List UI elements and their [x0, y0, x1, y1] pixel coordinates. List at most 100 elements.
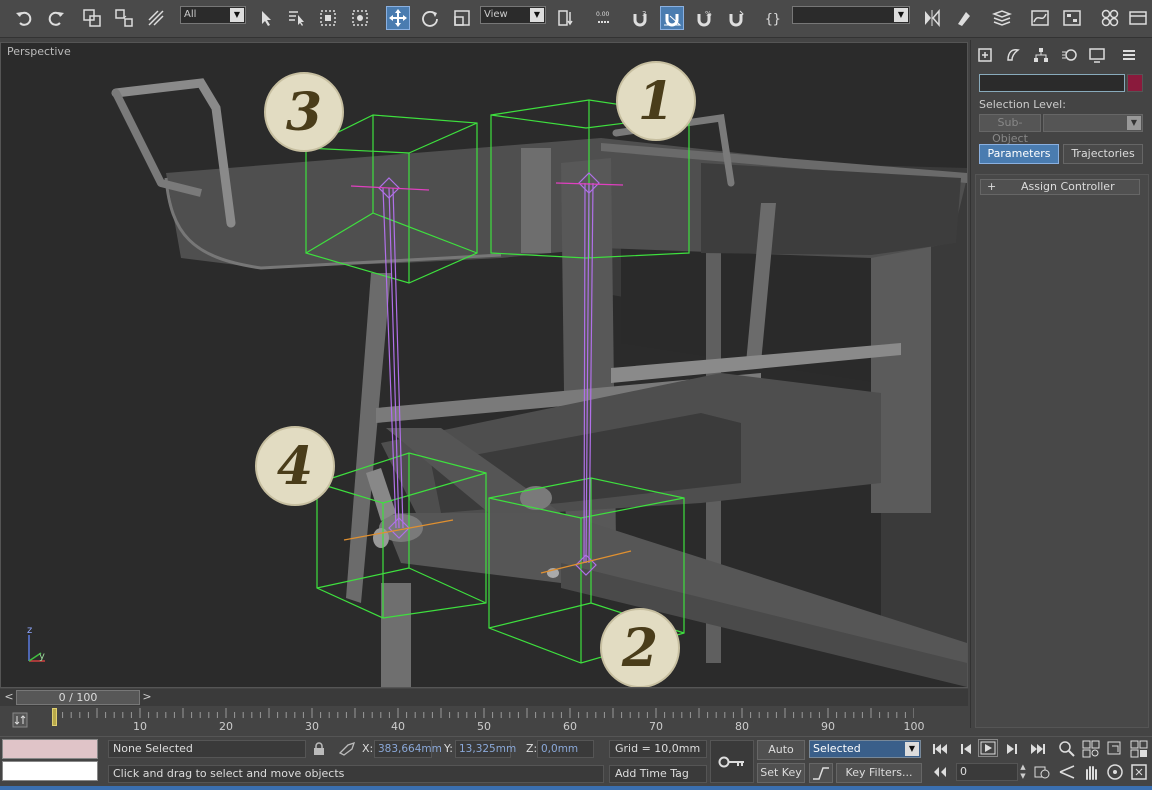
percent-snap-toggle-icon[interactable]: % [692, 6, 716, 30]
set-keys-button[interactable] [710, 740, 754, 783]
lock-icon[interactable] [313, 742, 325, 756]
selection-filter-dropdown[interactable]: All ▼ [180, 6, 246, 24]
frame-spinner[interactable]: ▲ ▼ [1018, 763, 1028, 781]
current-frame-marker[interactable] [52, 708, 57, 726]
modify-tab-icon[interactable] [1001, 44, 1025, 66]
create-tab-icon[interactable] [973, 44, 997, 66]
window-crossing-icon[interactable] [348, 6, 372, 30]
select-object-icon[interactable] [254, 6, 278, 30]
selection-status: None Selected [108, 740, 306, 758]
time-slider[interactable]: < 0 / 100 > [0, 689, 968, 706]
maxscript-listener-pink[interactable] [2, 739, 98, 759]
y-coord-label: Y: [444, 742, 453, 755]
undo-icon[interactable] [12, 6, 36, 30]
keyboard-shortcut-override-icon[interactable]: 0.00 [592, 6, 616, 30]
pivot-center-icon[interactable] [554, 6, 578, 30]
field-of-view-icon[interactable] [1056, 762, 1078, 782]
zoom-extents-all-icon[interactable] [1128, 739, 1150, 759]
mini-curve-editor-icon[interactable] [12, 712, 28, 728]
bind-to-space-warp-icon[interactable] [144, 6, 168, 30]
chevron-down-icon: ▼ [894, 8, 908, 22]
track-tick-label: 60 [563, 720, 577, 733]
assign-controller-rollout[interactable]: + Assign Controller [980, 179, 1140, 195]
add-time-tag-button[interactable]: Add Time Tag [609, 765, 707, 783]
zoom-all-icon[interactable] [1080, 739, 1102, 759]
display-tab-icon[interactable] [1085, 44, 1109, 66]
y-coord-field[interactable]: 13,325mm [455, 740, 516, 758]
redo-icon[interactable] [44, 6, 68, 30]
named-selection-sets-dropdown[interactable]: ▼ [792, 6, 910, 24]
maximize-viewport-icon[interactable] [1128, 762, 1150, 782]
utilities-tab-icon[interactable] [1117, 44, 1141, 66]
select-by-name-icon[interactable] [284, 6, 308, 30]
zoom-extents-icon[interactable] [1104, 739, 1126, 759]
viewport-label[interactable]: Perspective [7, 45, 71, 58]
current-frame-field[interactable]: 0 [956, 763, 1018, 781]
callout-badge-2: 2 [600, 608, 680, 687]
pan-view-icon[interactable] [1080, 762, 1102, 782]
main-toolbar: All ▼ View ▼ 0.00 3 % {} ▼ [0, 0, 1152, 38]
motion-tab-icon[interactable] [1057, 44, 1081, 66]
sub-object-dropdown[interactable]: ▼ [1043, 114, 1143, 132]
chevron-down-icon: ▼ [1127, 116, 1141, 130]
chevron-down-icon: ▼ [230, 8, 244, 22]
object-color-swatch[interactable] [1127, 74, 1143, 92]
command-panel: Selection Level: Sub-Object ▼ Parameters… [970, 40, 1152, 728]
previous-frame-icon[interactable] [956, 740, 976, 758]
maxscript-listener-white[interactable] [2, 761, 98, 781]
time-slider-next-button[interactable]: > [140, 690, 154, 705]
go-to-end-icon[interactable] [1028, 740, 1048, 758]
align-icon[interactable] [952, 6, 976, 30]
unlink-selection-icon[interactable] [112, 6, 136, 30]
absolute-mode-transform-icon[interactable] [338, 741, 356, 757]
material-editor-icon[interactable] [1098, 6, 1122, 30]
curve-editor-icon[interactable] [1028, 6, 1052, 30]
layer-manager-icon[interactable] [990, 6, 1014, 30]
mirror-icon[interactable] [920, 6, 944, 30]
axis-label-y: y [39, 651, 45, 662]
svg-text:3: 3 [642, 10, 646, 18]
reference-coordinate-dropdown[interactable]: View ▼ [480, 6, 546, 24]
key-filters-button[interactable]: Key Filters... [836, 763, 922, 783]
select-and-rotate-icon[interactable] [418, 6, 442, 30]
callout-badge-3: 3 [264, 72, 344, 152]
track-ruler [54, 708, 914, 718]
perspective-viewport[interactable]: Perspective 3 1 4 2 z y [0, 42, 968, 688]
prompt-line: Click and drag to select and move object… [108, 765, 604, 783]
sub-object-button[interactable]: Sub-Object [979, 114, 1041, 145]
zoom-icon[interactable] [1056, 739, 1078, 759]
default-tangent-button[interactable] [809, 763, 833, 783]
spinner-snap-toggle-icon[interactable] [724, 6, 748, 30]
object-name-field[interactable] [979, 74, 1125, 92]
x-coord-field[interactable]: 383,664mm [374, 740, 442, 758]
go-to-start-icon[interactable] [930, 740, 950, 758]
next-frame-icon[interactable] [1002, 740, 1022, 758]
status-bar: None Selected Click and drag to select a… [0, 736, 1152, 790]
parameters-tab[interactable]: Parameters [979, 144, 1059, 164]
select-and-scale-icon[interactable] [450, 6, 474, 30]
time-slider-prev-button[interactable]: < [2, 690, 16, 705]
angle-snap-toggle-icon[interactable] [660, 6, 684, 30]
auto-key-button[interactable]: Auto Key [757, 740, 805, 774]
track-tick-label: 90 [821, 720, 835, 733]
time-configuration-icon[interactable] [1032, 763, 1052, 781]
set-key-button[interactable]: Set Key [757, 763, 805, 783]
select-and-link-icon[interactable] [80, 6, 104, 30]
rectangular-selection-icon[interactable] [316, 6, 340, 30]
hierarchy-tab-icon[interactable] [1029, 44, 1053, 66]
track-tick-label: 10 [133, 720, 147, 733]
render-setup-icon[interactable] [1126, 6, 1150, 30]
key-selection-set-dropdown[interactable]: Selected ▼ [809, 740, 921, 758]
time-slider-thumb[interactable]: 0 / 100 [16, 690, 140, 705]
orbit-icon[interactable] [1104, 762, 1126, 782]
play-animation-icon[interactable] [978, 739, 998, 757]
taskbar-strip [0, 786, 1152, 790]
snaps-toggle-icon[interactable]: 3 [628, 6, 652, 30]
z-coord-field[interactable]: 0,0mm [537, 740, 594, 758]
track-bar[interactable]: 10 20 30 40 50 60 70 80 90 100 [0, 706, 968, 736]
schematic-view-icon[interactable] [1060, 6, 1084, 30]
trajectories-tab[interactable]: Trajectories [1063, 144, 1143, 164]
edit-named-selection-icon[interactable]: {} [762, 6, 786, 30]
select-and-move-icon[interactable] [386, 6, 410, 30]
key-mode-toggle-icon[interactable] [930, 763, 950, 781]
